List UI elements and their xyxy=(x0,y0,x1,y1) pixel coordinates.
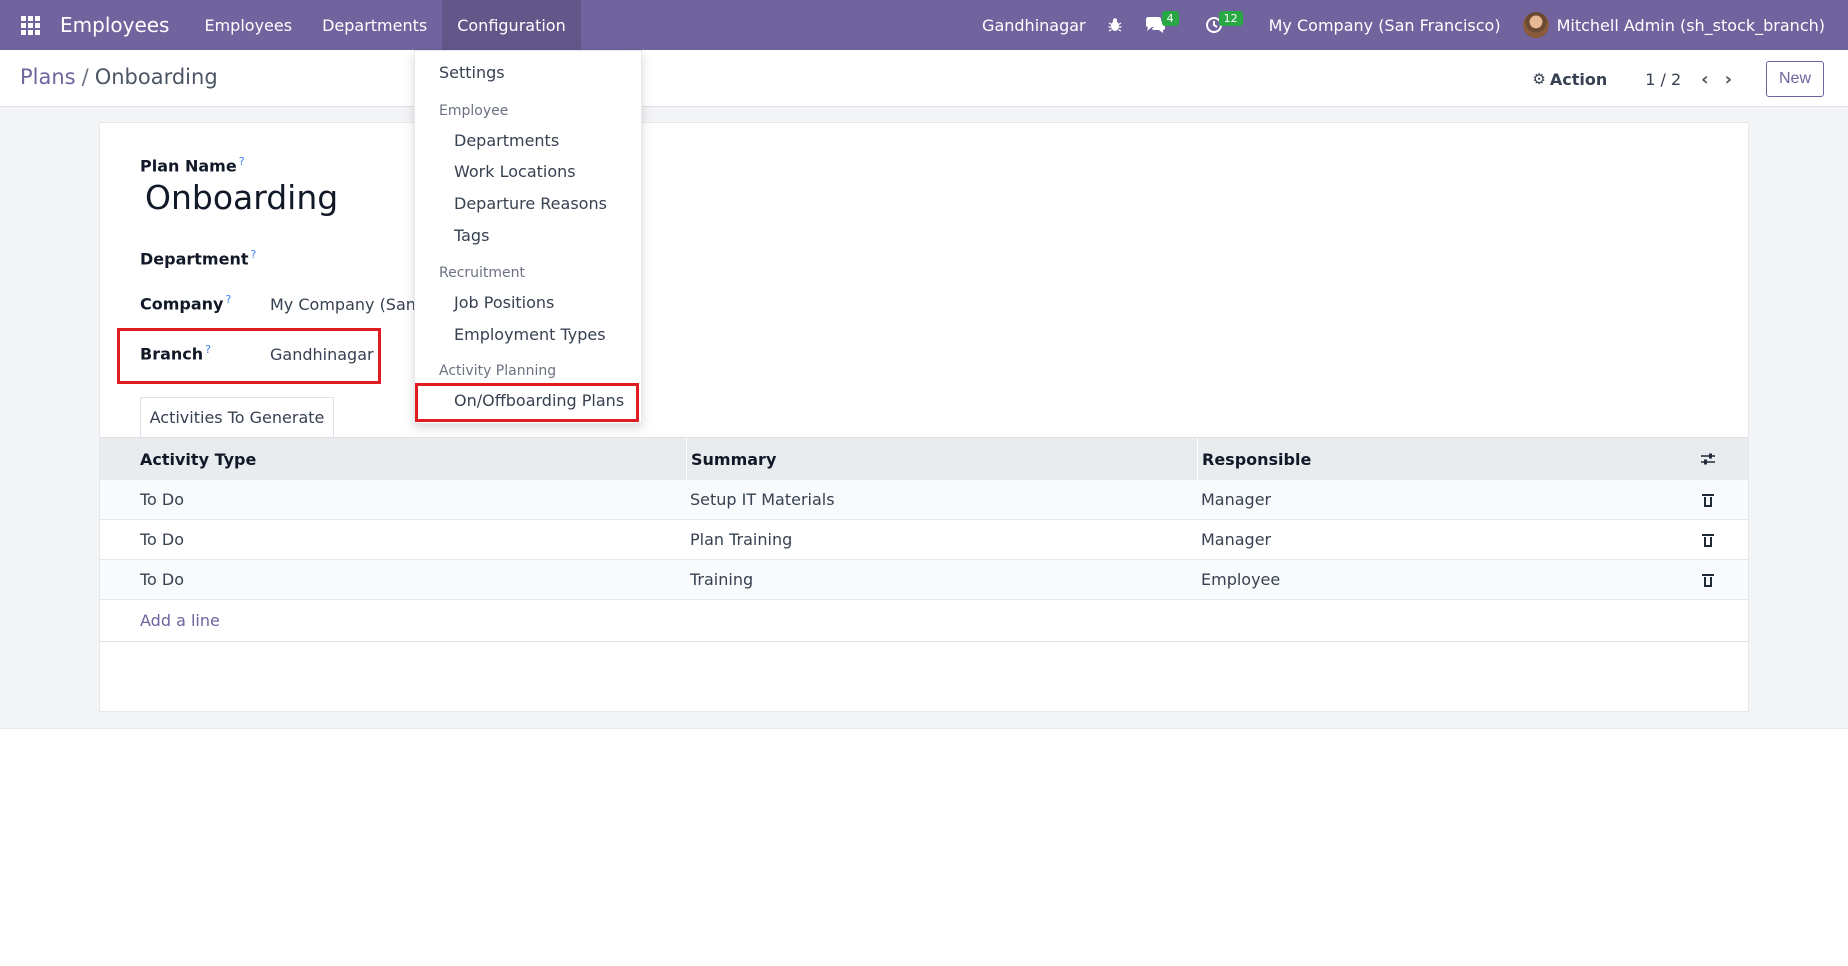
app-title[interactable]: Employees xyxy=(60,13,169,37)
table-row[interactable]: To Do Plan Training Manager xyxy=(100,520,1748,560)
menu-item-job-positions[interactable]: Job Positions xyxy=(454,293,554,312)
cell-activity-type[interactable]: To Do xyxy=(100,490,686,509)
delete-row-button[interactable] xyxy=(1667,520,1748,559)
cell-summary[interactable]: Training xyxy=(686,560,1197,599)
messages-icon[interactable]: 4 xyxy=(1133,0,1194,50)
chevron-left-icon[interactable]: ‹ xyxy=(1701,69,1708,90)
cell-responsible[interactable]: Employee xyxy=(1197,560,1667,599)
company-switcher[interactable]: My Company (San Francisco) xyxy=(1258,0,1512,50)
section-recruitment: Recruitment xyxy=(439,265,526,281)
control-panel: Plans / Onboarding ⚙ Action 1 / 2 ‹ › New xyxy=(0,50,1848,107)
action-label: Action xyxy=(1549,69,1608,89)
help-icon[interactable]: ? xyxy=(239,155,245,168)
help-icon[interactable]: ? xyxy=(250,248,256,261)
cell-activity-type[interactable]: To Do xyxy=(100,570,686,589)
menu-item-employment-types[interactable]: Employment Types xyxy=(454,325,606,344)
trash-icon xyxy=(1701,533,1714,547)
add-line-link[interactable]: Add a line xyxy=(100,600,1748,642)
plan-name-label: Plan Name? xyxy=(140,155,245,176)
company-label: Company? xyxy=(140,293,232,314)
menu-item-departments[interactable]: Departments xyxy=(454,131,559,150)
menu-configuration[interactable]: Configuration xyxy=(442,0,581,50)
column-activity-type[interactable]: Activity Type xyxy=(100,450,686,469)
activities-count-badge: 12 xyxy=(1218,10,1243,26)
cell-summary[interactable]: Plan Training xyxy=(686,520,1197,559)
plans-highlight-box xyxy=(415,383,639,422)
menu-item-settings[interactable]: Settings xyxy=(439,63,505,82)
department-label: Department? xyxy=(140,248,257,269)
section-employee: Employee xyxy=(439,103,509,119)
cell-activity-type[interactable]: To Do xyxy=(100,530,686,549)
menu-item-departure-reasons[interactable]: Departure Reasons xyxy=(454,194,607,213)
branch-highlight-box xyxy=(117,328,381,384)
breadcrumb-current: Onboarding xyxy=(94,65,218,89)
messages-count-badge: 4 xyxy=(1161,10,1179,26)
breadcrumb-separator: / xyxy=(81,65,89,89)
breadcrumb-plans[interactable]: Plans xyxy=(20,65,76,89)
menu-item-tags[interactable]: Tags xyxy=(454,226,489,245)
menu-departments[interactable]: Departments xyxy=(307,0,442,50)
gear-icon: ⚙ xyxy=(1532,70,1546,88)
top-navbar: Employees Employees Departments Configur… xyxy=(0,0,1848,50)
column-settings-icon[interactable] xyxy=(1667,438,1748,480)
pager-value[interactable]: 1 / 2 xyxy=(1645,70,1681,89)
help-icon[interactable]: ? xyxy=(225,293,231,306)
user-name: Mitchell Admin (sh_stock_branch) xyxy=(1556,15,1825,35)
column-summary[interactable]: Summary xyxy=(686,438,1197,480)
branch-switcher[interactable]: Gandhinagar xyxy=(971,0,1097,50)
company-field[interactable]: My Company (San F xyxy=(270,295,430,314)
trash-icon xyxy=(1701,493,1714,507)
new-button[interactable]: New xyxy=(1765,61,1824,97)
user-menu[interactable]: Mitchell Admin (sh_stock_branch) xyxy=(1512,0,1836,50)
configuration-dropdown: Settings Employee Departments Work Locat… xyxy=(414,50,642,424)
table-header: Activity Type Summary Responsible xyxy=(100,437,1748,480)
section-activity-planning: Activity Planning xyxy=(439,363,557,379)
cell-responsible[interactable]: Manager xyxy=(1197,480,1667,519)
menu-employees[interactable]: Employees xyxy=(189,0,307,50)
table-row[interactable]: To Do Setup IT Materials Manager xyxy=(100,480,1748,520)
action-button[interactable]: ⚙ Action xyxy=(1532,70,1607,89)
table-row[interactable]: To Do Training Employee xyxy=(100,560,1748,600)
delete-row-button[interactable] xyxy=(1667,560,1748,599)
menu-item-work-locations[interactable]: Work Locations xyxy=(454,162,576,181)
chevron-right-icon[interactable]: › xyxy=(1725,69,1732,90)
column-responsible[interactable]: Responsible xyxy=(1197,438,1667,480)
activities-table: Activity Type Summary Responsible To Do … xyxy=(100,437,1748,642)
activities-clock-icon[interactable]: 12 xyxy=(1194,0,1258,50)
plan-name-field[interactable]: Onboarding xyxy=(145,178,338,217)
apps-menu-icon[interactable] xyxy=(0,0,60,50)
cell-summary[interactable]: Setup IT Materials xyxy=(686,480,1197,519)
cell-responsible[interactable]: Manager xyxy=(1197,520,1667,559)
avatar xyxy=(1522,12,1549,38)
trash-icon xyxy=(1701,573,1714,587)
breadcrumb: Plans / Onboarding xyxy=(20,65,218,89)
delete-row-button[interactable] xyxy=(1667,480,1748,519)
debug-bug-icon[interactable] xyxy=(1097,0,1133,50)
tab-activities-to-generate[interactable]: Activities To Generate xyxy=(140,397,334,438)
